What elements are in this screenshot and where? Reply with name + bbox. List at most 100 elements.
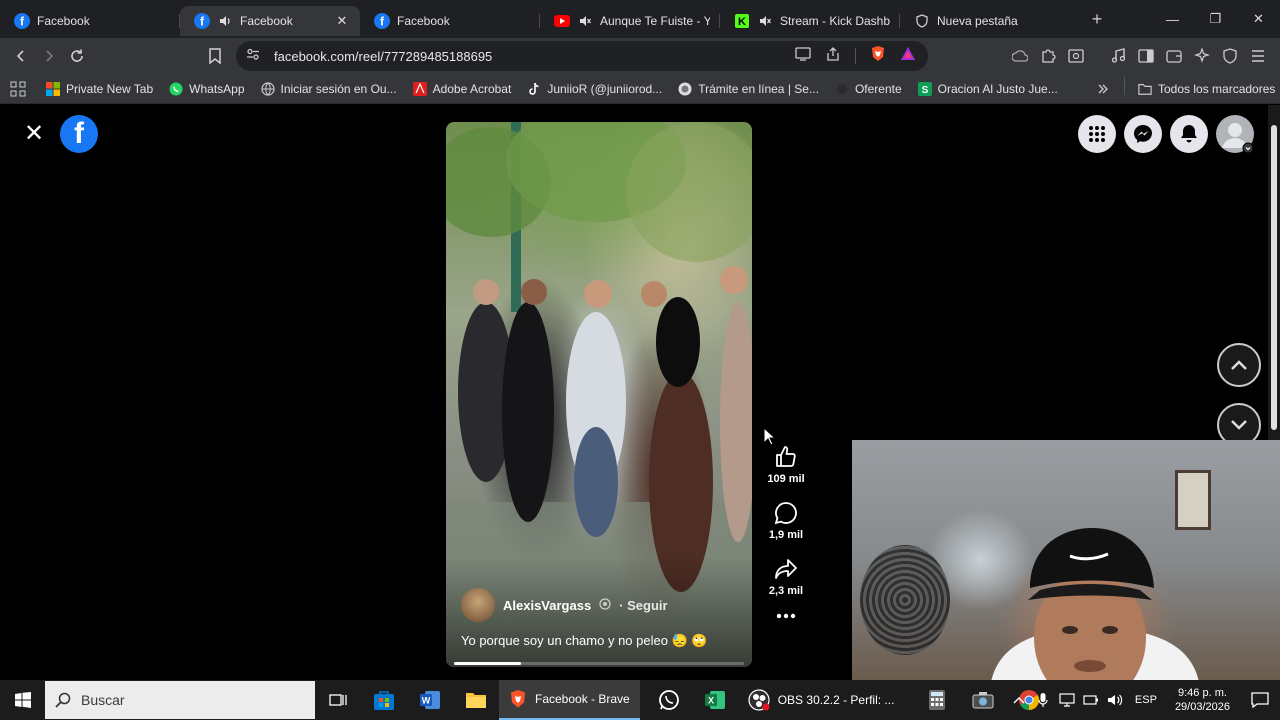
apps-grid-icon[interactable] bbox=[0, 77, 38, 101]
thumbs-up-icon bbox=[776, 446, 796, 467]
more-bookmarks-icon[interactable] bbox=[1088, 77, 1118, 101]
bookmark-tramite[interactable]: Trámite en línea | Se... bbox=[670, 77, 827, 101]
network-icon[interactable] bbox=[1055, 680, 1079, 720]
chevron-down-icon bbox=[1231, 420, 1247, 430]
menu-grid-button[interactable] bbox=[1078, 115, 1116, 153]
all-bookmarks[interactable]: Todos los marcadores bbox=[1130, 77, 1280, 101]
extensions-icon[interactable] bbox=[1034, 42, 1062, 70]
facebook-logo[interactable]: f bbox=[60, 115, 98, 153]
previous-reel-button[interactable] bbox=[1217, 343, 1261, 387]
taskbar-whatsapp[interactable] bbox=[646, 680, 692, 720]
muted-speaker-icon[interactable] bbox=[577, 13, 593, 29]
acrobat-icon bbox=[412, 81, 427, 96]
task-view-button[interactable] bbox=[315, 680, 361, 720]
close-window-icon[interactable]: ✕ bbox=[1237, 0, 1280, 38]
cast-icon[interactable] bbox=[795, 46, 811, 66]
taskbar-search[interactable]: Buscar bbox=[45, 681, 315, 719]
tab-facebook-active[interactable]: f Facebook ✕ bbox=[180, 6, 360, 36]
more-dots-icon bbox=[776, 613, 796, 619]
tab-label: Nueva pestaña bbox=[937, 14, 1018, 28]
tab-facebook-1[interactable]: f Facebook bbox=[0, 6, 180, 36]
back-icon[interactable] bbox=[7, 42, 35, 70]
leo-ai-icon[interactable] bbox=[1188, 42, 1216, 70]
follow-button[interactable]: · Seguir bbox=[619, 598, 667, 613]
bookmark-whatsapp[interactable]: WhatsApp bbox=[161, 77, 252, 101]
bookmark-icon[interactable] bbox=[201, 42, 229, 70]
svg-text:W: W bbox=[422, 696, 431, 706]
minimize-icon[interactable]: — bbox=[1151, 0, 1194, 38]
reel-caption: Yo porque soy un chamo y no peleo 😓 🙄 bbox=[461, 633, 708, 648]
close-reel-button[interactable]: ✕ bbox=[22, 120, 46, 147]
tab-kick[interactable]: K Stream - Kick Dashboar bbox=[720, 6, 900, 36]
system-tray: ESP 9:46 p. m. 29/03/2026 bbox=[1007, 680, 1280, 720]
comment-button[interactable]: 1,9 mil bbox=[769, 501, 803, 541]
volume-icon[interactable] bbox=[1103, 680, 1127, 720]
tab-facebook-3[interactable]: f Facebook bbox=[360, 6, 540, 36]
microphone-icon[interactable] bbox=[1031, 680, 1055, 720]
messenger-button[interactable] bbox=[1124, 115, 1162, 153]
menu-icon[interactable] bbox=[1244, 42, 1272, 70]
video-progress-bar[interactable] bbox=[454, 662, 744, 665]
vpn-shield-icon[interactable] bbox=[1216, 42, 1244, 70]
taskbar-camera[interactable] bbox=[960, 680, 1006, 720]
share-arrow-icon bbox=[775, 559, 797, 579]
forward-icon[interactable] bbox=[35, 42, 63, 70]
like-button[interactable]: 109 mil bbox=[767, 445, 805, 485]
taskbar-obs[interactable]: OBS 30.2.2 - Perfil: ... bbox=[738, 680, 905, 720]
reload-icon[interactable] bbox=[63, 42, 91, 70]
close-tab-icon[interactable]: ✕ bbox=[334, 13, 350, 29]
address-bar[interactable]: facebook.com/reel/777289485188695 bbox=[236, 41, 928, 71]
brave-rewards-icon[interactable] bbox=[900, 46, 916, 66]
reel-video[interactable]: AlexisVargass · Seguir Yo porque soy un … bbox=[446, 122, 752, 667]
author-name[interactable]: AlexisVargass bbox=[503, 598, 591, 613]
bookmark-tiktok[interactable]: JuniioR (@juniiorod... bbox=[519, 77, 670, 101]
notification-center-icon[interactable] bbox=[1240, 680, 1280, 720]
taskbar-clock[interactable]: 9:46 p. m. 29/03/2026 bbox=[1165, 686, 1240, 714]
share-button[interactable]: 2,3 mil bbox=[769, 557, 803, 597]
notifications-button[interactable] bbox=[1170, 115, 1208, 153]
bookmark-adobe-acrobat[interactable]: Adobe Acrobat bbox=[405, 77, 520, 101]
globe-icon bbox=[260, 81, 275, 96]
bookmark-oferente[interactable]: Oferente bbox=[827, 77, 910, 101]
speaker-icon[interactable] bbox=[217, 13, 233, 29]
wallet-icon[interactable] bbox=[1160, 42, 1188, 70]
media-control-icon[interactable] bbox=[1104, 42, 1132, 70]
sidebar-icon[interactable] bbox=[1132, 42, 1160, 70]
site-settings-icon[interactable] bbox=[246, 47, 260, 66]
scrollbar-thumb[interactable] bbox=[1271, 125, 1277, 430]
tab-new[interactable]: Nueva pestaña bbox=[900, 6, 1080, 36]
tab-label: Facebook bbox=[397, 14, 450, 28]
taskbar-store[interactable] bbox=[361, 680, 407, 720]
tab-youtube[interactable]: Aunque Te Fuiste - You bbox=[540, 6, 720, 36]
muted-speaker-icon[interactable] bbox=[757, 13, 773, 29]
taskbar-explorer[interactable] bbox=[453, 680, 499, 720]
language-indicator[interactable]: ESP bbox=[1127, 694, 1165, 706]
like-count: 109 mil bbox=[767, 473, 805, 485]
fan-image bbox=[860, 545, 950, 655]
tab-label: Facebook bbox=[37, 14, 90, 28]
vpn-icon[interactable] bbox=[1006, 42, 1034, 70]
whatsapp-icon bbox=[658, 690, 679, 710]
more-options-button[interactable] bbox=[776, 613, 796, 619]
new-tab-button[interactable]: + bbox=[1082, 4, 1112, 34]
taskbar-calculator[interactable] bbox=[914, 680, 960, 720]
screen: f Facebook f Facebook ✕ f Facebook Aunqu… bbox=[0, 0, 1280, 720]
account-avatar[interactable] bbox=[1216, 115, 1254, 153]
bookmark-outlook[interactable]: Iniciar sesión en Ou... bbox=[253, 77, 405, 101]
start-button[interactable] bbox=[0, 680, 45, 720]
bookmark-oracion[interactable]: S Oracion Al Justo Jue... bbox=[910, 77, 1066, 101]
user-silhouette-icon bbox=[1222, 123, 1254, 153]
brave-shields-icon[interactable] bbox=[870, 45, 886, 67]
share-icon[interactable] bbox=[825, 46, 841, 66]
taskbar-excel[interactable]: X bbox=[692, 680, 738, 720]
page-scrollbar[interactable] bbox=[1268, 105, 1280, 440]
bell-icon bbox=[1181, 125, 1197, 143]
taskbar-word[interactable]: W bbox=[407, 680, 453, 720]
restore-icon[interactable]: ❐ bbox=[1194, 0, 1237, 38]
taskbar-brave[interactable]: Facebook - Brave bbox=[499, 680, 640, 720]
battery-plug-icon[interactable] bbox=[1079, 680, 1103, 720]
tab-search-icon[interactable] bbox=[1062, 42, 1090, 70]
author-avatar[interactable] bbox=[461, 588, 495, 622]
bookmark-private-new-tab[interactable]: Private New Tab bbox=[38, 77, 161, 101]
tray-overflow-icon[interactable] bbox=[1007, 680, 1031, 720]
